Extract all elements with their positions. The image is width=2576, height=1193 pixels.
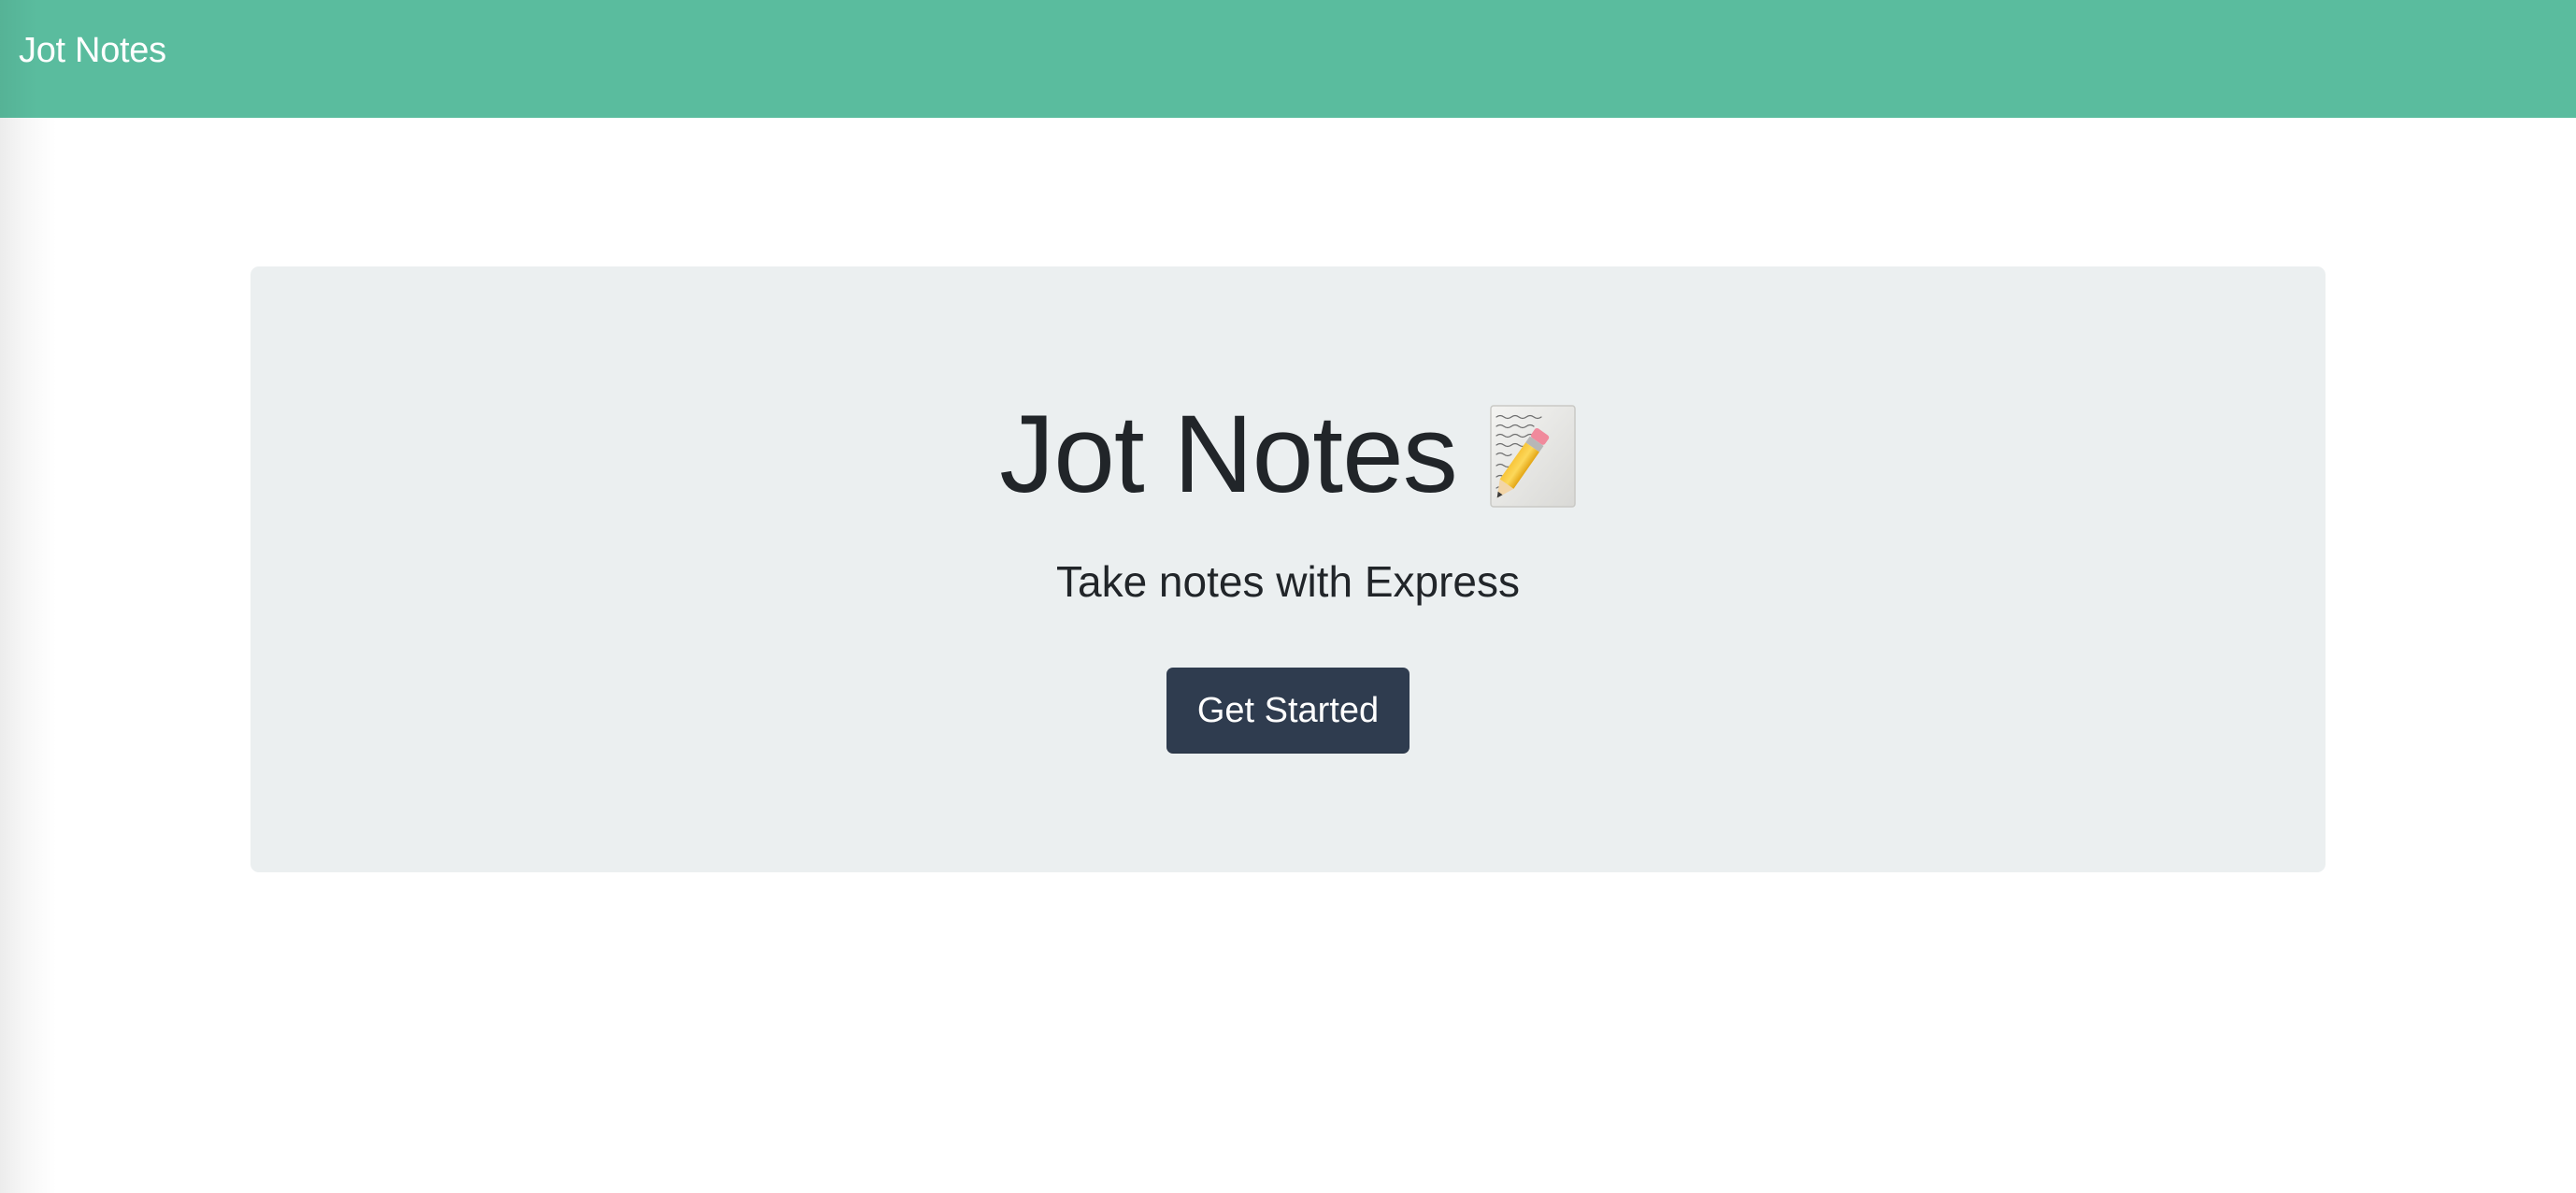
hero-title: Jot Notes [999, 393, 1457, 516]
hero-title-row: Jot Notes [0, 389, 2576, 520]
page-left-shade [0, 118, 56, 1193]
navbar-brand-link[interactable]: Jot Notes [19, 28, 166, 73]
get-started-button[interactable]: Get Started [1166, 668, 1410, 754]
memo-icon [1489, 405, 1576, 508]
top-navbar: Jot Notes [0, 0, 2576, 118]
hero-subtitle: Take notes with Express [1055, 557, 1520, 606]
